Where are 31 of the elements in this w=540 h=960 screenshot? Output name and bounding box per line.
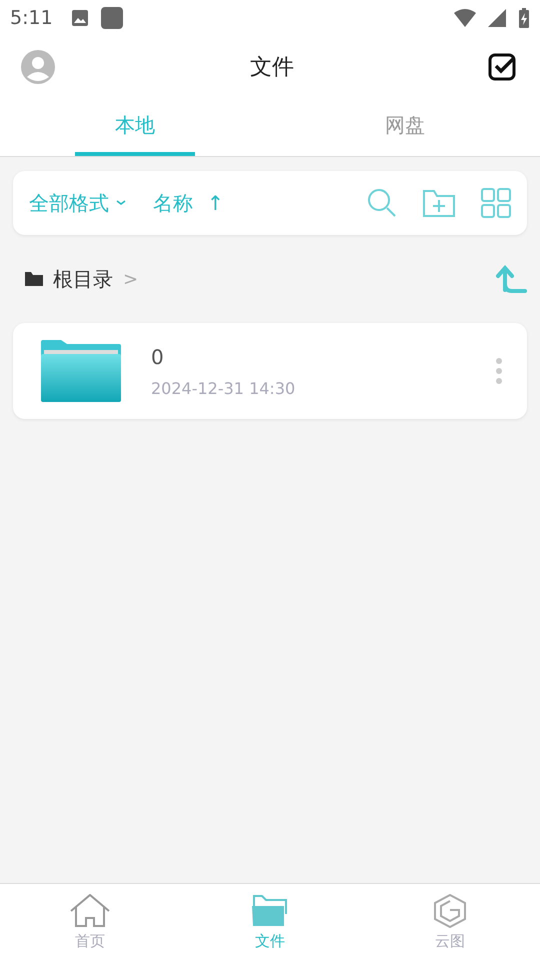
nav-tab[interactable]: 文件 bbox=[180, 884, 360, 960]
wifi-icon bbox=[454, 9, 476, 27]
search-icon[interactable] bbox=[367, 188, 397, 218]
folder-icon bbox=[41, 340, 121, 402]
breadcrumb-item[interactable]: 根目录 bbox=[53, 266, 113, 292]
file-date: 2024-12-31 14:30 bbox=[151, 378, 296, 398]
grid-view-icon[interactable] bbox=[481, 188, 511, 218]
new-folder-icon[interactable] bbox=[423, 189, 455, 217]
format-filter-dropdown[interactable]: 全部格式 bbox=[29, 190, 127, 216]
file-name: 0 bbox=[151, 344, 165, 368]
file-card[interactable]: 0 2024-12-31 14:30 bbox=[13, 323, 527, 419]
folder-icon bbox=[250, 894, 290, 928]
avatar-icon[interactable] bbox=[20, 49, 56, 85]
app-icon bbox=[100, 7, 123, 29]
nav-tab[interactable]: 首页 bbox=[0, 884, 180, 960]
breadcrumb-separator: > bbox=[123, 268, 138, 290]
caret-icon bbox=[115, 199, 127, 207]
folder-icon bbox=[25, 272, 43, 286]
more-options-icon[interactable] bbox=[495, 357, 503, 385]
battery-icon bbox=[518, 8, 530, 28]
checkbox-select-icon[interactable] bbox=[488, 53, 516, 81]
signal-icon bbox=[488, 9, 506, 27]
tab[interactable]: 网盘 bbox=[345, 98, 465, 156]
sort-button[interactable]: 名称 ↑ bbox=[153, 190, 224, 216]
page-title: 文件 bbox=[250, 54, 294, 82]
status-time: 5:11 bbox=[10, 7, 53, 29]
home-icon bbox=[70, 894, 110, 928]
nav-tab[interactable]: 云图 bbox=[360, 884, 540, 960]
back-arrow-icon[interactable] bbox=[495, 264, 527, 294]
image-icon bbox=[70, 9, 89, 27]
tab[interactable]: 本地 bbox=[75, 98, 195, 156]
